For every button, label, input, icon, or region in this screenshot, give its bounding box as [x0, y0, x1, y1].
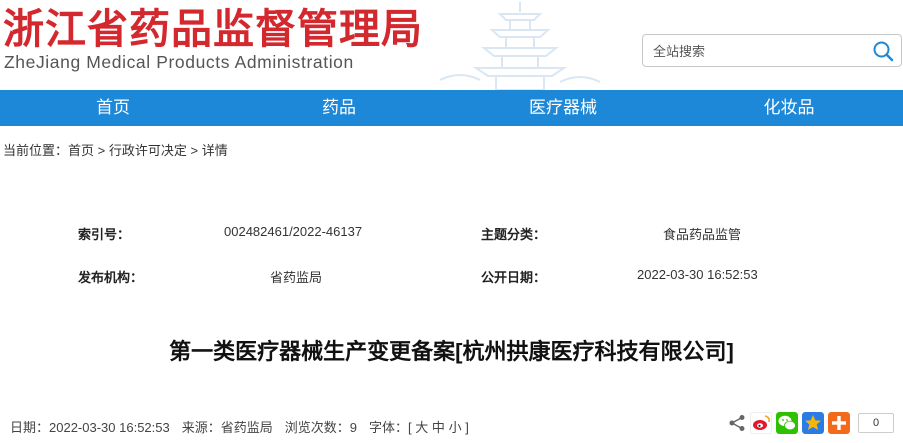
font-medium-button[interactable]: 中 — [432, 420, 445, 435]
breadcrumb-separator: > — [186, 143, 202, 158]
share-count: 0 — [858, 413, 894, 433]
breadcrumb-separator: > — [94, 143, 109, 158]
publish-date-value: 2022-03-30 16:52:53 — [637, 267, 758, 282]
search-icon[interactable] — [872, 40, 894, 62]
info-date-label: 日期： — [10, 420, 50, 435]
font-large-button[interactable]: 大 — [415, 420, 428, 435]
article-info-bar: 日期：2022-03-30 16:52:53 来源：省药监局 浏览次数：9 字体：[ … — [10, 417, 469, 436]
pagoda-watermark-icon — [439, 2, 601, 90]
info-date-value: 2022-03-30 16:52:53 — [49, 420, 170, 435]
breadcrumb-current: 详情 — [201, 143, 228, 158]
wechat-icon[interactable] — [776, 412, 798, 434]
nav-item-home[interactable]: 首页 — [40, 90, 186, 126]
site-logo-subtitle: ZheJiang Medical Products Administration — [4, 52, 354, 72]
nav-item-drugs[interactable]: 药品 — [266, 90, 412, 126]
publish-date-label: 公开日期： — [481, 270, 547, 285]
font-bracket-close: ] — [465, 420, 469, 435]
qzone-icon[interactable] — [802, 412, 824, 434]
article-title: 第一类医疗器械生产变更备案[杭州拱康医疗科技有限公司] — [169, 339, 734, 364]
index-number-value: 002482461/2022-46137 — [224, 224, 363, 239]
weibo-icon[interactable] — [750, 412, 772, 434]
info-views-value: 9 — [349, 420, 358, 435]
font-small-button[interactable]: 小 — [449, 420, 462, 435]
site-logo-title[interactable]: 浙江省药品监督管理局 — [3, 6, 423, 52]
more-plus-icon[interactable] — [828, 412, 850, 434]
info-views-label: 浏览次数： — [284, 420, 350, 435]
breadcrumb-section-link[interactable]: 行政许可决定 — [109, 143, 187, 158]
share-icon[interactable] — [726, 412, 748, 434]
nav-item-medical-devices[interactable]: 医疗器械 — [490, 90, 636, 126]
nav-item-cosmetics[interactable]: 化妆品 — [716, 90, 862, 126]
info-source-value: 省药监局 — [220, 420, 273, 435]
site-header: 浙江省药品监督管理局 ZheJiang Medical Products Adm… — [0, 0, 903, 90]
font-bracket-open: [ — [408, 420, 412, 435]
breadcrumb: 当前位置：首页 > 行政许可决定 > 详情 — [3, 140, 228, 159]
topic-category-label: 主题分类： — [481, 227, 547, 242]
publisher-value: 省药监局 — [270, 270, 323, 285]
info-source-label: 来源： — [181, 420, 221, 435]
breadcrumb-home-link[interactable]: 首页 — [68, 143, 94, 158]
publisher-label: 发布机构： — [78, 270, 144, 285]
breadcrumb-prefix: 当前位置： — [3, 143, 69, 158]
main-nav: 首页 药品 医疗器械 化妆品 — [0, 90, 903, 126]
topic-category-value: 食品药品监管 — [663, 227, 742, 242]
index-number-label: 索引号： — [78, 227, 131, 242]
search-input[interactable] — [653, 41, 863, 61]
search-box — [642, 34, 902, 67]
info-font-label: 字体： — [369, 420, 409, 435]
